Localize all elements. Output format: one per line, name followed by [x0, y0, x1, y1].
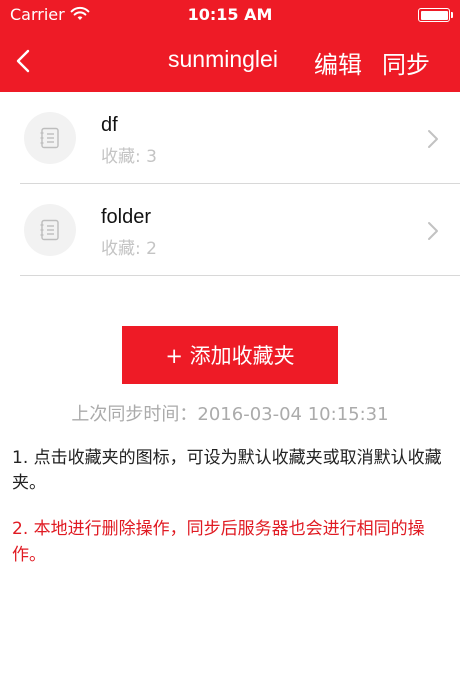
navigation-bar: sunminglei 编辑 同步 — [0, 30, 460, 92]
battery-tip — [451, 12, 453, 18]
edit-button[interactable]: 编辑 — [314, 45, 362, 80]
tip-delete-sync-warning: 2. 本地进行删除操作，同步后服务器也会进行相同的操作。 — [12, 519, 425, 565]
status-bar: Carrier 10:15 AM — [0, 0, 460, 30]
folder-list: df 收藏: 3 folder 收藏: 2 — [0, 92, 460, 276]
folder-count: 收藏: 3 — [101, 147, 157, 167]
tip-default-folder: 1. 点击收藏夹的图标，可设为默认收藏夹或取消默认收藏夹。 — [12, 448, 442, 493]
notebook-icon — [40, 127, 59, 149]
folder-avatar[interactable] — [24, 112, 76, 164]
chevron-right-icon — [428, 130, 438, 148]
folder-name: df — [101, 114, 118, 136]
sync-button[interactable]: 同步 — [382, 45, 430, 80]
notebook-icon — [40, 219, 59, 241]
battery-icon — [418, 8, 450, 22]
folder-count: 收藏: 2 — [101, 239, 157, 259]
folder-row-df[interactable]: df 收藏: 3 — [0, 92, 460, 184]
top-bar: Carrier 10:15 AM sunminglei 编辑 同步 — [0, 0, 460, 92]
folder-avatar[interactable] — [24, 204, 76, 256]
folder-row-folder[interactable]: folder 收藏: 2 — [0, 184, 460, 276]
page-title: sunminglei — [168, 46, 278, 72]
folder-name: folder — [101, 206, 152, 228]
status-time: 10:15 AM — [187, 5, 273, 24]
add-folder-button[interactable]: + 添加收藏夹 — [122, 326, 338, 384]
back-chevron-icon[interactable] — [10, 44, 40, 78]
row-divider — [20, 275, 460, 276]
chevron-right-icon — [428, 222, 438, 240]
last-sync-time: 上次同步时间：2016-03-04 10:15:31 — [71, 404, 389, 425]
